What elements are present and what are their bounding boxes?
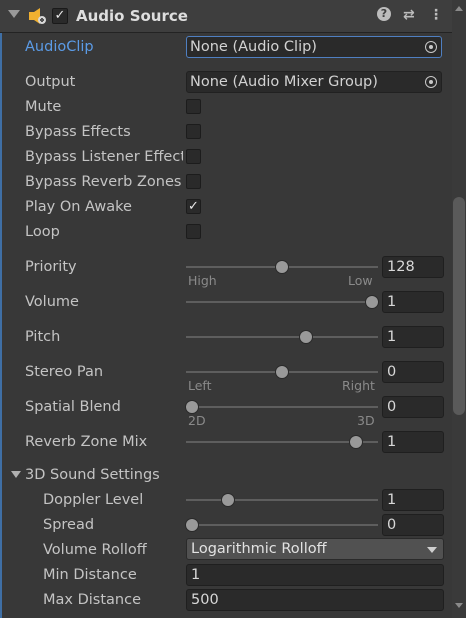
object-picker-icon[interactable] (425, 41, 437, 53)
audioclip-label: AudioClip (25, 39, 94, 55)
stereo-pan-min-label: Left (188, 378, 212, 393)
reverb-zone-mix-value-field[interactable]: 1 (382, 431, 444, 453)
min-distance-field[interactable]: 1 (186, 564, 444, 586)
loop-checkbox[interactable] (186, 224, 201, 239)
spread-label: Spread (43, 517, 95, 533)
bypass-effects-label: Bypass Effects (25, 124, 131, 140)
component-title: Audio Source (76, 7, 188, 25)
spatial-blend-min-label: 2D (188, 413, 206, 428)
audioclip-value: None (Audio Clip) (190, 39, 317, 55)
component-enabled-checkbox[interactable]: ✓ (52, 8, 68, 24)
scroll-up-arrow-icon[interactable] (455, 6, 463, 11)
volume-value-field[interactable]: 1 (382, 291, 444, 313)
more-menu-icon[interactable]: ⋮ (429, 7, 443, 23)
bypass-effects-checkbox[interactable] (186, 124, 201, 139)
priority-max-label: Low (348, 273, 373, 288)
play-on-awake-checkbox[interactable]: ✓ (186, 199, 201, 214)
doppler-level-slider-track[interactable] (186, 499, 378, 501)
object-picker-icon[interactable] (425, 76, 437, 88)
stereo-pan-slider-thumb[interactable] (276, 366, 288, 378)
spatial-blend-value-field[interactable]: 0 (382, 396, 444, 418)
volume-label: Volume (25, 294, 79, 310)
pitch-slider-track[interactable] (186, 336, 378, 338)
spatial-blend-max-label: 3D (357, 413, 375, 428)
scrollbar-thumb[interactable] (453, 197, 465, 415)
selection-accent-bar (0, 33, 2, 618)
play-on-awake-label: Play On Awake (25, 199, 132, 215)
bypass-listener-effects-checkbox[interactable] (186, 149, 201, 164)
reverb-zone-mix-slider-thumb[interactable] (349, 436, 362, 448)
doppler-level-value-field[interactable]: 1 (382, 489, 444, 511)
reverb-zone-mix-label: Reverb Zone Mix (25, 434, 148, 450)
max-distance-field[interactable]: 500 (186, 589, 444, 611)
scroll-down-arrow-icon[interactable] (455, 603, 463, 608)
chevron-down-icon (427, 547, 437, 553)
spatial-blend-slider-track[interactable] (186, 406, 378, 408)
max-distance-label: Max Distance (43, 592, 141, 608)
min-distance-label: Min Distance (43, 567, 137, 583)
bypass-reverb-zones-label: Bypass Reverb Zones (25, 174, 182, 190)
output-value: None (Audio Mixer Group) (190, 74, 378, 90)
bypass-listener-effects-label: Bypass Listener Effects (25, 149, 183, 165)
stereo-pan-label: Stereo Pan (25, 364, 104, 380)
mute-checkbox[interactable] (186, 99, 201, 114)
audio-source-icon (29, 8, 47, 24)
spatial-blend-slider-thumb[interactable] (186, 401, 198, 413)
volume-rolloff-label: Volume Rolloff (43, 542, 147, 558)
audioclip-field[interactable]: None (Audio Clip) (186, 36, 442, 58)
pitch-label: Pitch (25, 329, 61, 345)
volume-slider-track[interactable] (186, 301, 378, 303)
bypass-reverb-zones-checkbox[interactable] (186, 174, 201, 189)
pitch-slider-thumb[interactable] (299, 331, 312, 343)
output-label: Output (25, 74, 76, 90)
spread-slider-track[interactable] (186, 524, 378, 526)
priority-label: Priority (25, 259, 77, 275)
volume-slider-thumb[interactable] (366, 296, 378, 308)
pitch-value-field[interactable]: 1 (382, 326, 444, 348)
loop-label: Loop (25, 224, 60, 240)
stereo-pan-max-label: Right (342, 378, 375, 393)
spread-value-field[interactable]: 0 (382, 514, 444, 536)
help-icon[interactable]: ? (377, 7, 391, 21)
volume-rolloff-value: Logarithmic Rolloff (191, 541, 327, 557)
foldout-arrow-icon[interactable] (8, 10, 20, 18)
spatial-blend-label: Spatial Blend (25, 399, 121, 415)
priority-min-label: High (188, 273, 217, 288)
3d-sound-settings-header[interactable]: 3D Sound Settings (25, 464, 160, 486)
preset-icon[interactable]: ⇄ (403, 7, 415, 23)
stereo-pan-value-field[interactable]: 0 (382, 361, 444, 383)
3d-sound-foldout-arrow-icon[interactable] (11, 471, 21, 478)
volume-rolloff-dropdown[interactable]: Logarithmic Rolloff (186, 538, 444, 560)
spread-slider-thumb[interactable] (186, 519, 198, 531)
output-field[interactable]: None (Audio Mixer Group) (186, 71, 442, 93)
priority-slider-thumb[interactable] (276, 261, 288, 273)
mute-label: Mute (25, 99, 62, 115)
doppler-level-label: Doppler Level (43, 492, 144, 508)
priority-value-field[interactable]: 128 (382, 256, 444, 278)
doppler-level-slider-thumb[interactable] (222, 494, 234, 506)
